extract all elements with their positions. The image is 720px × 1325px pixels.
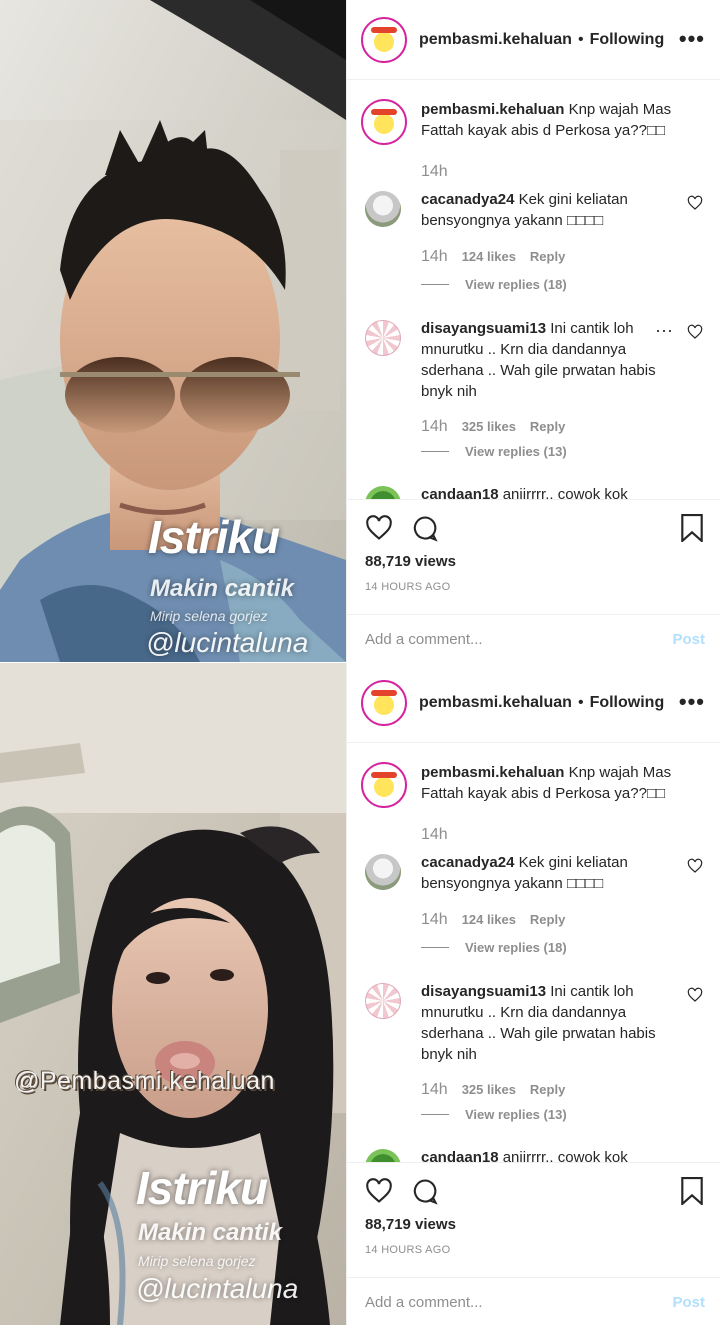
comment-input[interactable]: Add a comment...: [365, 1294, 483, 1311]
comments-list[interactable]: pembasmi.kehaluan Knp wajah Mas Fattah k…: [347, 744, 720, 1162]
post-panel: pembasmi.kehaluan • Following ••• pembas…: [346, 663, 720, 1325]
comment-username[interactable]: cacanadya24: [421, 854, 514, 871]
comment-username[interactable]: candaan18: [421, 486, 499, 499]
overlay-subtitle: Makin cantik: [138, 1219, 283, 1246]
comment-time: 14h: [421, 418, 448, 435]
caption-time: 14h: [421, 163, 448, 180]
post-comment-button[interactable]: Post: [672, 631, 705, 648]
comment-likes[interactable]: 124 likes: [462, 249, 516, 264]
more-options-icon[interactable]: •••: [679, 26, 705, 52]
avatar[interactable]: [361, 16, 407, 63]
comment-username[interactable]: disayangsuami13: [421, 983, 546, 1000]
view-replies-label[interactable]: View replies (18): [465, 277, 567, 292]
comment-more-icon[interactable]: ···: [655, 320, 673, 341]
separator-dot: •: [577, 30, 584, 48]
view-replies-button[interactable]: View replies (18): [421, 940, 567, 955]
view-replies-label[interactable]: View replies (13): [465, 444, 567, 459]
overlay-watermark: @Pembasmi.kehaluan: [14, 1067, 275, 1095]
post-panel: pembasmi.kehaluan • Following ••• pembas…: [346, 0, 720, 662]
following-button[interactable]: Following: [590, 694, 665, 712]
post-header: pembasmi.kehaluan • Following •••: [347, 663, 720, 743]
avatar[interactable]: [365, 191, 401, 227]
overlay-subtitle: Makin cantik: [150, 575, 295, 602]
following-button[interactable]: Following: [590, 31, 665, 49]
comment-time: 14h: [421, 1081, 448, 1098]
view-replies-button[interactable]: View replies (13): [421, 444, 567, 459]
caption-username[interactable]: pembasmi.kehaluan: [421, 101, 564, 118]
overlay-small: Mirip selena gorjez: [150, 608, 268, 624]
avatar[interactable]: [361, 679, 407, 726]
video-player[interactable]: Istriku Makin cantik Mirip selena gorjez…: [0, 0, 346, 662]
comment-likes[interactable]: 325 likes: [462, 1082, 516, 1097]
avatar[interactable]: [365, 983, 401, 1019]
view-replies-label[interactable]: View replies (13): [465, 1107, 567, 1122]
header-username[interactable]: pembasmi.kehaluan: [419, 31, 572, 49]
caption-username[interactable]: pembasmi.kehaluan: [421, 764, 564, 781]
comment-time: 14h: [421, 248, 448, 265]
add-comment-bar: Add a comment... Post: [347, 1277, 720, 1325]
caption-avatar[interactable]: [361, 99, 407, 145]
overlay-tag: @lucintaluna: [136, 1273, 299, 1304]
post-actions: 88,719 views 14 HOURS AGO Add a comment.…: [347, 499, 720, 662]
overlay-headline: Istriku: [136, 1162, 268, 1214]
reply-button[interactable]: Reply: [530, 1082, 565, 1097]
overlay-headline: Istriku: [148, 511, 280, 563]
comment-username[interactable]: disayangsuami13: [421, 320, 546, 337]
comment-username[interactable]: cacanadya24: [421, 191, 514, 208]
post-actions: 88,719 views 14 HOURS AGO Add a comment.…: [347, 1162, 720, 1325]
comment-text: anjirrrr.. cowok kok: [502, 486, 628, 499]
heart-icon[interactable]: [365, 1177, 393, 1205]
comment-likes[interactable]: 325 likes: [462, 419, 516, 434]
view-replies-button[interactable]: View replies (18): [421, 277, 567, 292]
post-timestamp: 14 HOURS AGO: [365, 1244, 451, 1256]
view-count[interactable]: 88,719 views: [365, 553, 456, 570]
comments-list[interactable]: pembasmi.kehaluan Knp wajah Mas Fattah k…: [347, 81, 720, 499]
avatar[interactable]: [365, 486, 401, 499]
comment-like-heart-icon[interactable]: [687, 324, 703, 340]
overlay-tag: @lucintaluna: [146, 627, 309, 658]
comment-like-heart-icon[interactable]: [687, 195, 703, 211]
reply-button[interactable]: Reply: [530, 419, 565, 434]
overlay-small: Mirip selena gorjez: [138, 1253, 256, 1269]
reply-button[interactable]: Reply: [530, 249, 565, 264]
comment-like-heart-icon[interactable]: [687, 858, 703, 874]
view-count[interactable]: 88,719 views: [365, 1216, 456, 1233]
bookmark-icon[interactable]: [679, 514, 705, 542]
comment-input[interactable]: Add a comment...: [365, 631, 483, 648]
comment-likes[interactable]: 124 likes: [462, 912, 516, 927]
comment-icon[interactable]: [411, 1177, 439, 1205]
post-timestamp: 14 HOURS AGO: [365, 581, 451, 593]
view-replies-label[interactable]: View replies (18): [465, 940, 567, 955]
header-username[interactable]: pembasmi.kehaluan: [419, 694, 572, 712]
comment-time: 14h: [421, 911, 448, 928]
avatar[interactable]: [365, 1149, 401, 1162]
post-comment-button[interactable]: Post: [672, 1294, 705, 1311]
post-header: pembasmi.kehaluan • Following •••: [347, 0, 720, 80]
bookmark-icon[interactable]: [679, 1177, 705, 1205]
comment-username[interactable]: candaan18: [421, 1149, 499, 1162]
caption-avatar[interactable]: [361, 762, 407, 808]
caption-time: 14h: [421, 826, 448, 843]
avatar[interactable]: [365, 854, 401, 890]
heart-icon[interactable]: [365, 514, 393, 542]
more-options-icon[interactable]: •••: [679, 689, 705, 715]
avatar[interactable]: [365, 320, 401, 356]
view-replies-button[interactable]: View replies (13): [421, 1107, 567, 1122]
add-comment-bar: Add a comment... Post: [347, 614, 720, 662]
comment-like-heart-icon[interactable]: [687, 987, 703, 1003]
separator-dot: •: [577, 693, 584, 711]
reply-button[interactable]: Reply: [530, 912, 565, 927]
video-player[interactable]: @Pembasmi.kehaluan Istriku Makin cantik …: [0, 663, 346, 1325]
post-2: @Pembasmi.kehaluan Istriku Makin cantik …: [0, 663, 720, 1325]
comment-text: anjirrrr.. cowok kok: [502, 1149, 628, 1162]
comment-icon[interactable]: [411, 514, 439, 542]
post-1: Istriku Makin cantik Mirip selena gorjez…: [0, 0, 720, 662]
